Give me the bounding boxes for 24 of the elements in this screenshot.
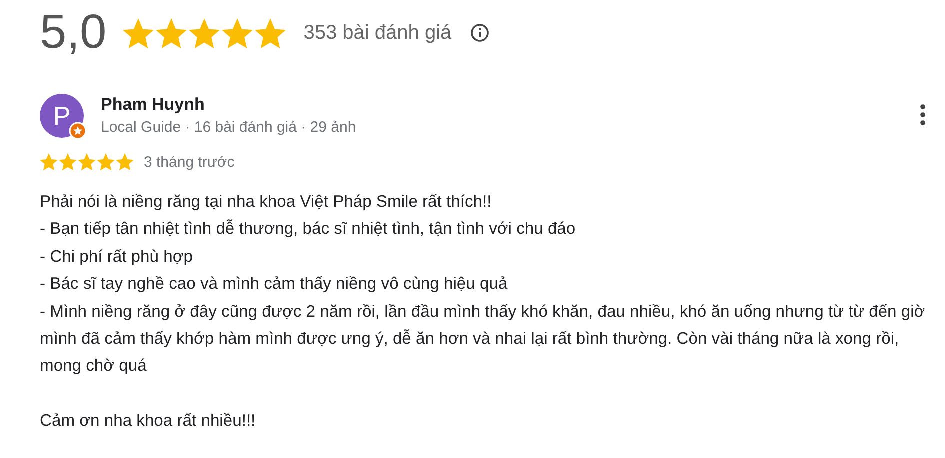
- star-icon: [97, 153, 115, 171]
- more-options-icon[interactable]: [920, 104, 926, 126]
- star-icon: [40, 153, 58, 171]
- star-icon: [59, 153, 77, 171]
- reviewer-name[interactable]: Pham Huynh: [101, 95, 356, 115]
- rating-score: 5,0: [40, 9, 107, 57]
- star-icon: [116, 153, 134, 171]
- reviewer-info: Local Guide · 16 bài đánh giá · 29 ảnh: [101, 119, 356, 136]
- star-icon: [78, 153, 96, 171]
- star-icon: [122, 18, 154, 48]
- review-text-line: Cảm ơn nha khoa rất nhiều!!!: [40, 410, 257, 432]
- info-icon[interactable]: [470, 23, 490, 43]
- review-text-line: - Chi phí rất phù hợp: [40, 246, 194, 268]
- review-text-line: Phải nói là niềng răng tại nha khoa Việt Pháp Smile rất thích!!: [40, 191, 493, 213]
- star-icon: [156, 18, 187, 48]
- review-text-line: - Bạn tiếp tân nhiệt tình dễ thương, bác sĩ nhiệt tình, tận tình với chu đáo: [40, 218, 577, 240]
- star-icon: [222, 18, 253, 48]
- review-text-line: - Mình niềng răng ở đây cũng được 2 năm rồi, lần đầu mình thấy khó khăn, đau nhiều, khó ăn uống nhưng từ từ đến giờ mình đã cảm thấy khớp hàm mình được ưng ý, dễ ăn hơn và nhai lại rất bình thường. Còn vài tháng nữa là xong rồi, mong chờ quá: [40, 300, 926, 378]
- star-icon: [188, 18, 220, 48]
- review-count: 353 bài đánh giá: [304, 22, 452, 44]
- star-icon: [254, 18, 286, 48]
- review-time: 3 tháng trước: [144, 154, 235, 170]
- avatar[interactable]: P: [40, 94, 84, 138]
- review-text-line: - Bác sĩ tay nghề cao và mình cảm thấy niềng vô cùng hiệu quả: [40, 273, 509, 296]
